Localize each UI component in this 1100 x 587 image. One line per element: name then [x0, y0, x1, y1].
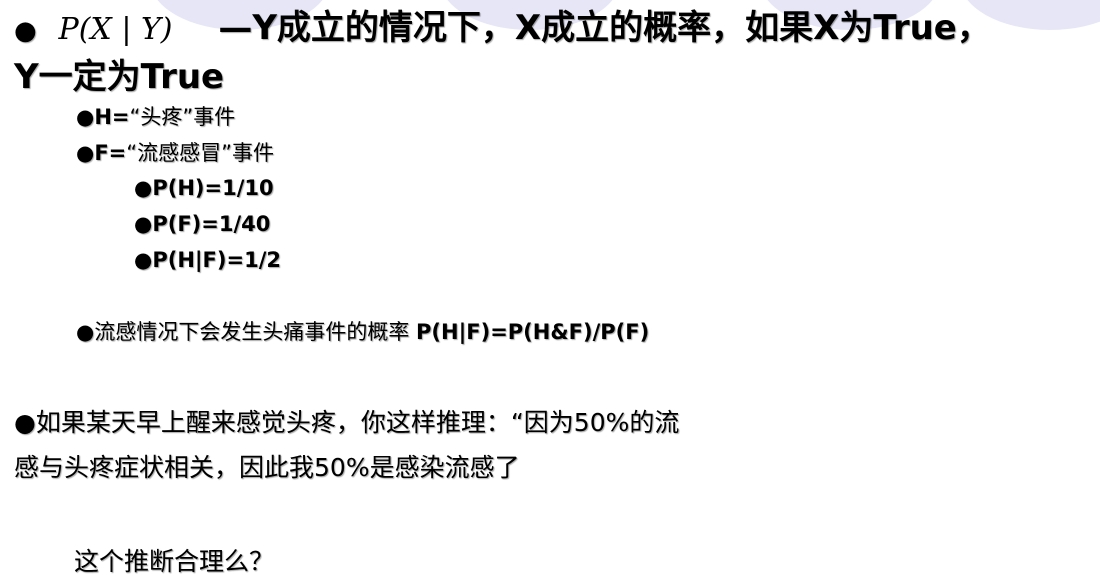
- bullet-icon: ●: [76, 320, 95, 344]
- flu-headache-text: 流感情况下会发生头痛事件的概率: [94, 320, 417, 344]
- prob-h-given-f-line: ●P(H|F)=1/2: [134, 245, 281, 275]
- event-h-desc: “头疼”事件: [129, 105, 236, 129]
- prob-f: P(F)=1/40: [152, 212, 271, 236]
- definition-continuation: Y一定为True: [14, 57, 225, 97]
- bullet-icon: ●: [134, 212, 153, 236]
- question-text: 这个推断合理么？: [74, 547, 275, 576]
- prob-h-given-f: P(H|F)=1/2: [152, 248, 281, 272]
- flu-headache-line: ●流感情况下会发生头痛事件的概率 P(H|F)=P(H&F)/P(F): [76, 317, 649, 347]
- flu-headache-formula: P(H|F)=P(H&F)/P(F): [416, 320, 650, 344]
- prob-f-line: ●P(F)=1/40: [134, 209, 270, 239]
- event-f-label: F=: [94, 141, 127, 165]
- bullet-icon: ●: [134, 248, 153, 272]
- conditional-probability-formula: P(X | Y): [58, 12, 173, 47]
- event-f-desc: “流感感冒”事件: [126, 141, 275, 165]
- definition-line-1: ● P(X | Y) —Y成立的情况下，X成立的概率，如果X为True，: [14, 6, 991, 53]
- event-h-line: ●H=“头疼”事件: [76, 102, 235, 132]
- bullet-icon: ●: [14, 16, 37, 46]
- slide: ● P(X | Y) —Y成立的情况下，X成立的概率，如果X为True， Y一定…: [0, 0, 1100, 587]
- question-line: 这个推断合理么？: [74, 545, 274, 579]
- event-f-line: ●F=“流感感冒”事件: [76, 138, 274, 168]
- reasoning-text-2: 感与头疼症状相关，因此我50%是感染流感了: [14, 453, 520, 482]
- bullet-icon: ●: [14, 408, 36, 437]
- bullet-icon: ●: [134, 176, 153, 200]
- reasoning-text-1: 如果某天早上醒来感觉头疼，你这样推理：“因为50%的流: [35, 408, 680, 437]
- reasoning-line-2: 感与头疼症状相关，因此我50%是感染流感了: [14, 451, 520, 485]
- event-h-label: H=: [94, 105, 130, 129]
- definition-text: —Y成立的情况下，X成立的概率，如果X为True，: [218, 8, 991, 48]
- reasoning-line-1: ●如果某天早上醒来感觉头疼，你这样推理：“因为50%的流: [14, 406, 679, 440]
- bullet-icon: ●: [76, 141, 95, 165]
- bullet-icon: ●: [76, 105, 95, 129]
- definition-line-2: Y一定为True: [14, 55, 224, 99]
- prob-h-line: ●P(H)=1/10: [134, 173, 274, 203]
- prob-h: P(H)=1/10: [152, 176, 274, 200]
